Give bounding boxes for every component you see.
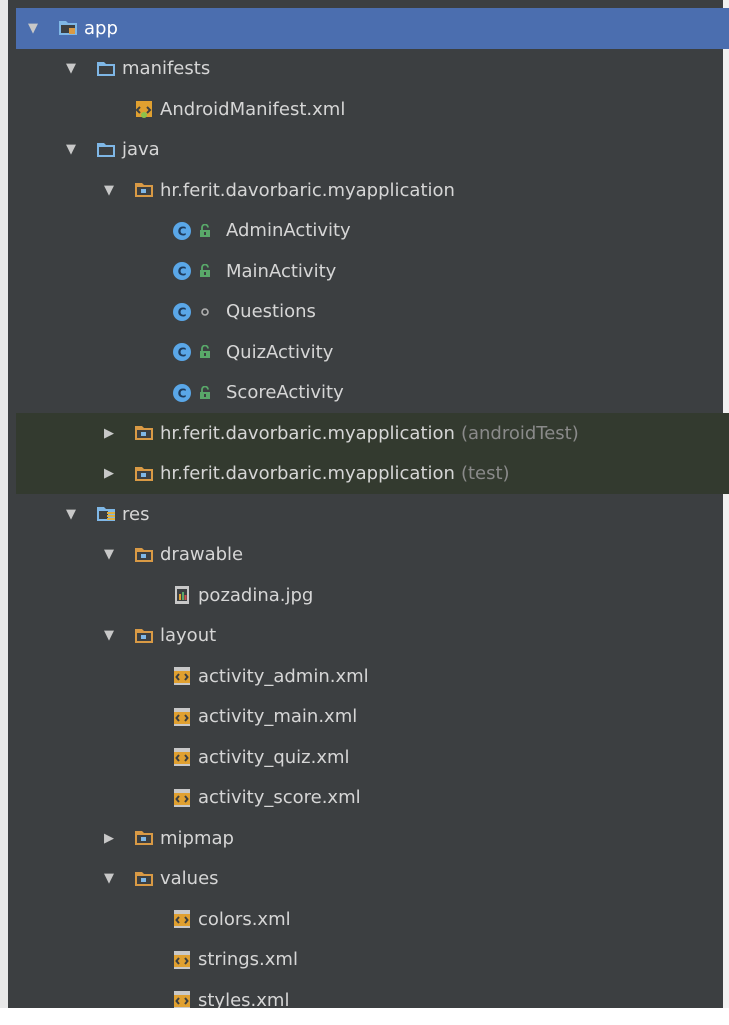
tree-row-label: values <box>160 868 219 890</box>
package-icon <box>134 423 154 443</box>
public-lock-icon <box>198 385 212 400</box>
expand-down-arrow-icon[interactable]: ▼ <box>102 871 116 886</box>
tree-row-label: hr.ferit.davorbaric.myapplication <box>160 422 455 444</box>
project-tool-window: ▼ app ▼ manifests AndroidManifest.xml ▼ java ▼ h… <box>0 0 729 1025</box>
tree-row-label: AndroidManifest.xml <box>160 98 346 120</box>
tree-row-label: app <box>84 17 118 39</box>
tree-row-colors[interactable]: colors.xml <box>16 899 729 940</box>
tree-row-label: ScoreActivity <box>226 382 344 404</box>
xml-file-icon <box>172 747 192 767</box>
tree-row-label: res <box>122 503 150 525</box>
tree-row-manifests[interactable]: ▼ manifests <box>16 49 729 90</box>
package-icon <box>134 180 154 200</box>
tree-row-label: Questions <box>226 301 316 323</box>
public-lock-icon <box>198 345 212 359</box>
class-icon: C <box>172 383 192 403</box>
folder-icon <box>96 59 116 79</box>
xml-file-icon <box>172 707 192 727</box>
tree-row-label: java <box>122 139 160 161</box>
tree-row-android-manifest[interactable]: AndroidManifest.xml <box>16 89 729 130</box>
class-icon: C <box>172 302 192 322</box>
svg-text:C: C <box>178 305 187 319</box>
tree-row-label: mipmap <box>160 827 234 849</box>
expand-down-arrow-icon[interactable]: ▼ <box>102 547 116 562</box>
tree-row-strings[interactable]: strings.xml <box>16 940 729 981</box>
tree-row-res[interactable]: ▼ res <box>16 494 729 535</box>
tree-row-package-main[interactable]: ▼ hr.ferit.davorbaric.myapplication <box>16 170 729 211</box>
tree-row-java[interactable]: ▼ java <box>16 130 729 171</box>
collapse-right-arrow-icon[interactable]: ▶ <box>102 426 116 441</box>
resources-folder-icon <box>96 504 116 524</box>
package-private-dot-icon <box>198 305 212 319</box>
tree-row-activity-admin[interactable]: activity_admin.xml <box>16 656 729 697</box>
public-lock-icon <box>198 223 212 238</box>
module-folder-icon <box>58 18 78 38</box>
tree-row-quiz-activity[interactable]: C QuizActivity <box>16 332 729 373</box>
class-icon: C <box>172 221 192 241</box>
tree-row-layout[interactable]: ▼ layout <box>16 616 729 657</box>
svg-text:C: C <box>178 346 187 360</box>
xml-file-icon <box>172 666 192 686</box>
svg-text:C: C <box>178 224 187 238</box>
expand-down-arrow-icon[interactable]: ▼ <box>26 21 40 36</box>
image-file-icon <box>172 585 192 605</box>
source-set-suffix: (androidTest) <box>460 422 579 444</box>
tree-row-app[interactable]: ▼ app <box>16 8 729 49</box>
tree-row-drawable[interactable]: ▼ drawable <box>16 535 729 576</box>
tree-row-label: activity_score.xml <box>198 787 361 809</box>
svg-text:C: C <box>178 265 187 279</box>
manifest-file-icon <box>134 99 154 119</box>
tree-row-label: manifests <box>122 58 211 80</box>
xml-file-icon <box>172 909 192 929</box>
package-icon <box>134 828 154 848</box>
tree-row-label: QuizActivity <box>226 341 334 363</box>
public-lock-icon <box>198 264 212 278</box>
tree-row-label: drawable <box>160 544 244 566</box>
tree-row-package-android-test[interactable]: ▶ hr.ferit.davorbaric.myapplication (andro… <box>16 413 729 454</box>
tree-row-label: strings.xml <box>198 949 298 971</box>
tree-row-admin-activity[interactable]: C AdminActivity <box>16 211 729 252</box>
tree-row-label: AdminActivity <box>226 220 351 242</box>
package-icon <box>134 464 154 484</box>
expand-down-arrow-icon[interactable]: ▼ <box>64 507 78 522</box>
tree-row-score-activity[interactable]: C ScoreActivity <box>16 373 729 414</box>
xml-file-icon <box>172 788 192 808</box>
collapse-right-arrow-icon[interactable]: ▶ <box>102 466 116 481</box>
tree-row-pozadina[interactable]: pozadina.jpg <box>16 575 729 616</box>
package-icon <box>134 869 154 889</box>
folder-icon <box>96 140 116 160</box>
tree-row-label: colors.xml <box>198 908 291 930</box>
class-icon: C <box>172 342 192 362</box>
collapse-right-arrow-icon[interactable]: ▶ <box>102 831 116 846</box>
tree-row-label: pozadina.jpg <box>198 584 314 606</box>
tree-row-label: activity_main.xml <box>198 706 358 728</box>
tree-row-label: hr.ferit.davorbaric.myapplication <box>160 179 455 201</box>
partially-hidden-row <box>0 1008 729 1025</box>
tree-row-package-test[interactable]: ▶ hr.ferit.davorbaric.myapplication (test) <box>16 453 729 494</box>
tree-row-label: layout <box>160 625 217 647</box>
expand-down-arrow-icon[interactable]: ▼ <box>102 183 116 198</box>
package-icon <box>134 626 154 646</box>
tree-row-activity-quiz[interactable]: activity_quiz.xml <box>16 737 729 778</box>
package-icon <box>134 545 154 565</box>
source-set-suffix: (test) <box>460 463 510 485</box>
tree-row-mipmap[interactable]: ▶ mipmap <box>16 818 729 859</box>
svg-text:C: C <box>178 386 187 400</box>
tree-row-label: hr.ferit.davorbaric.myapplication <box>160 463 455 485</box>
xml-file-icon <box>172 950 192 970</box>
expand-down-arrow-icon[interactable]: ▼ <box>64 142 78 157</box>
project-tree: ▼ app ▼ manifests AndroidManifest.xml ▼ java ▼ h… <box>16 8 729 1021</box>
tree-row-values[interactable]: ▼ values <box>16 859 729 900</box>
tree-row-activity-main[interactable]: activity_main.xml <box>16 697 729 738</box>
expand-down-arrow-icon[interactable]: ▼ <box>64 61 78 76</box>
tree-row-main-activity[interactable]: C MainActivity <box>16 251 729 292</box>
tree-row-label: activity_admin.xml <box>198 665 369 687</box>
tree-row-label: MainActivity <box>226 260 337 282</box>
tree-row-activity-score[interactable]: activity_score.xml <box>16 778 729 819</box>
tree-row-label: activity_quiz.xml <box>198 746 350 768</box>
expand-down-arrow-icon[interactable]: ▼ <box>102 628 116 643</box>
tree-row-questions[interactable]: C Questions <box>16 292 729 333</box>
class-icon: C <box>172 261 192 281</box>
